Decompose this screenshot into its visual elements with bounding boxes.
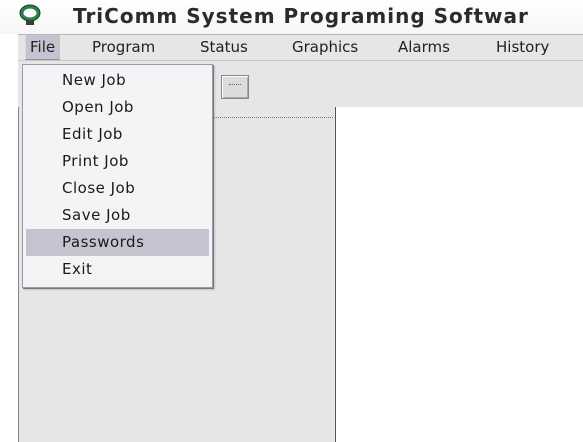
menu-program[interactable]: Program — [92, 35, 155, 60]
menu-bar: File Program Status Graphics Alarms Hist… — [18, 34, 583, 61]
file-menu-edit-job-label: Edit Job — [62, 125, 123, 143]
file-menu-close-job[interactable]: Close Job — [26, 175, 209, 202]
menu-history[interactable]: History — [496, 35, 549, 60]
content-area[interactable] — [337, 107, 583, 442]
file-menu-open-job-label: Open Job — [62, 98, 134, 116]
tricomm-logo-icon[interactable] — [18, 3, 42, 27]
file-menu-passwords-label: Passwords — [62, 233, 145, 251]
menu-graphics[interactable]: Graphics — [292, 35, 358, 60]
file-menu-save-job[interactable]: Save Job — [26, 202, 209, 229]
menu-alarms[interactable]: Alarms — [398, 35, 450, 60]
file-menu-new-job-label: New Job — [62, 71, 127, 89]
file-menu-passwords[interactable]: Passwords — [26, 229, 209, 256]
toolbar-button-icon — [229, 84, 241, 86]
title-bar: TriComm System Programing Softwar — [0, 0, 583, 34]
file-menu-print-job[interactable]: Print Job — [26, 148, 209, 175]
file-menu-exit[interactable]: Exit — [26, 256, 209, 283]
file-menu-new-job[interactable]: New Job — [26, 67, 209, 94]
file-menu-save-job-label: Save Job — [62, 206, 131, 224]
window-title: TriComm System Programing Softwar — [73, 4, 529, 28]
file-menu-edit-job[interactable]: Edit Job — [26, 121, 209, 148]
menu-file[interactable]: File — [25, 35, 61, 60]
file-menu-dropdown: New Job Open Job Edit Job Print Job Clos… — [22, 64, 213, 288]
toolbar-button[interactable] — [221, 75, 249, 99]
file-menu-open-job[interactable]: Open Job — [26, 94, 209, 121]
menu-status[interactable]: Status — [200, 35, 248, 60]
app-window: TriComm System Programing Softwar File P… — [0, 0, 583, 442]
file-menu-close-job-label: Close Job — [62, 179, 136, 197]
file-menu-exit-label: Exit — [62, 260, 93, 278]
file-menu-print-job-label: Print Job — [62, 152, 129, 170]
